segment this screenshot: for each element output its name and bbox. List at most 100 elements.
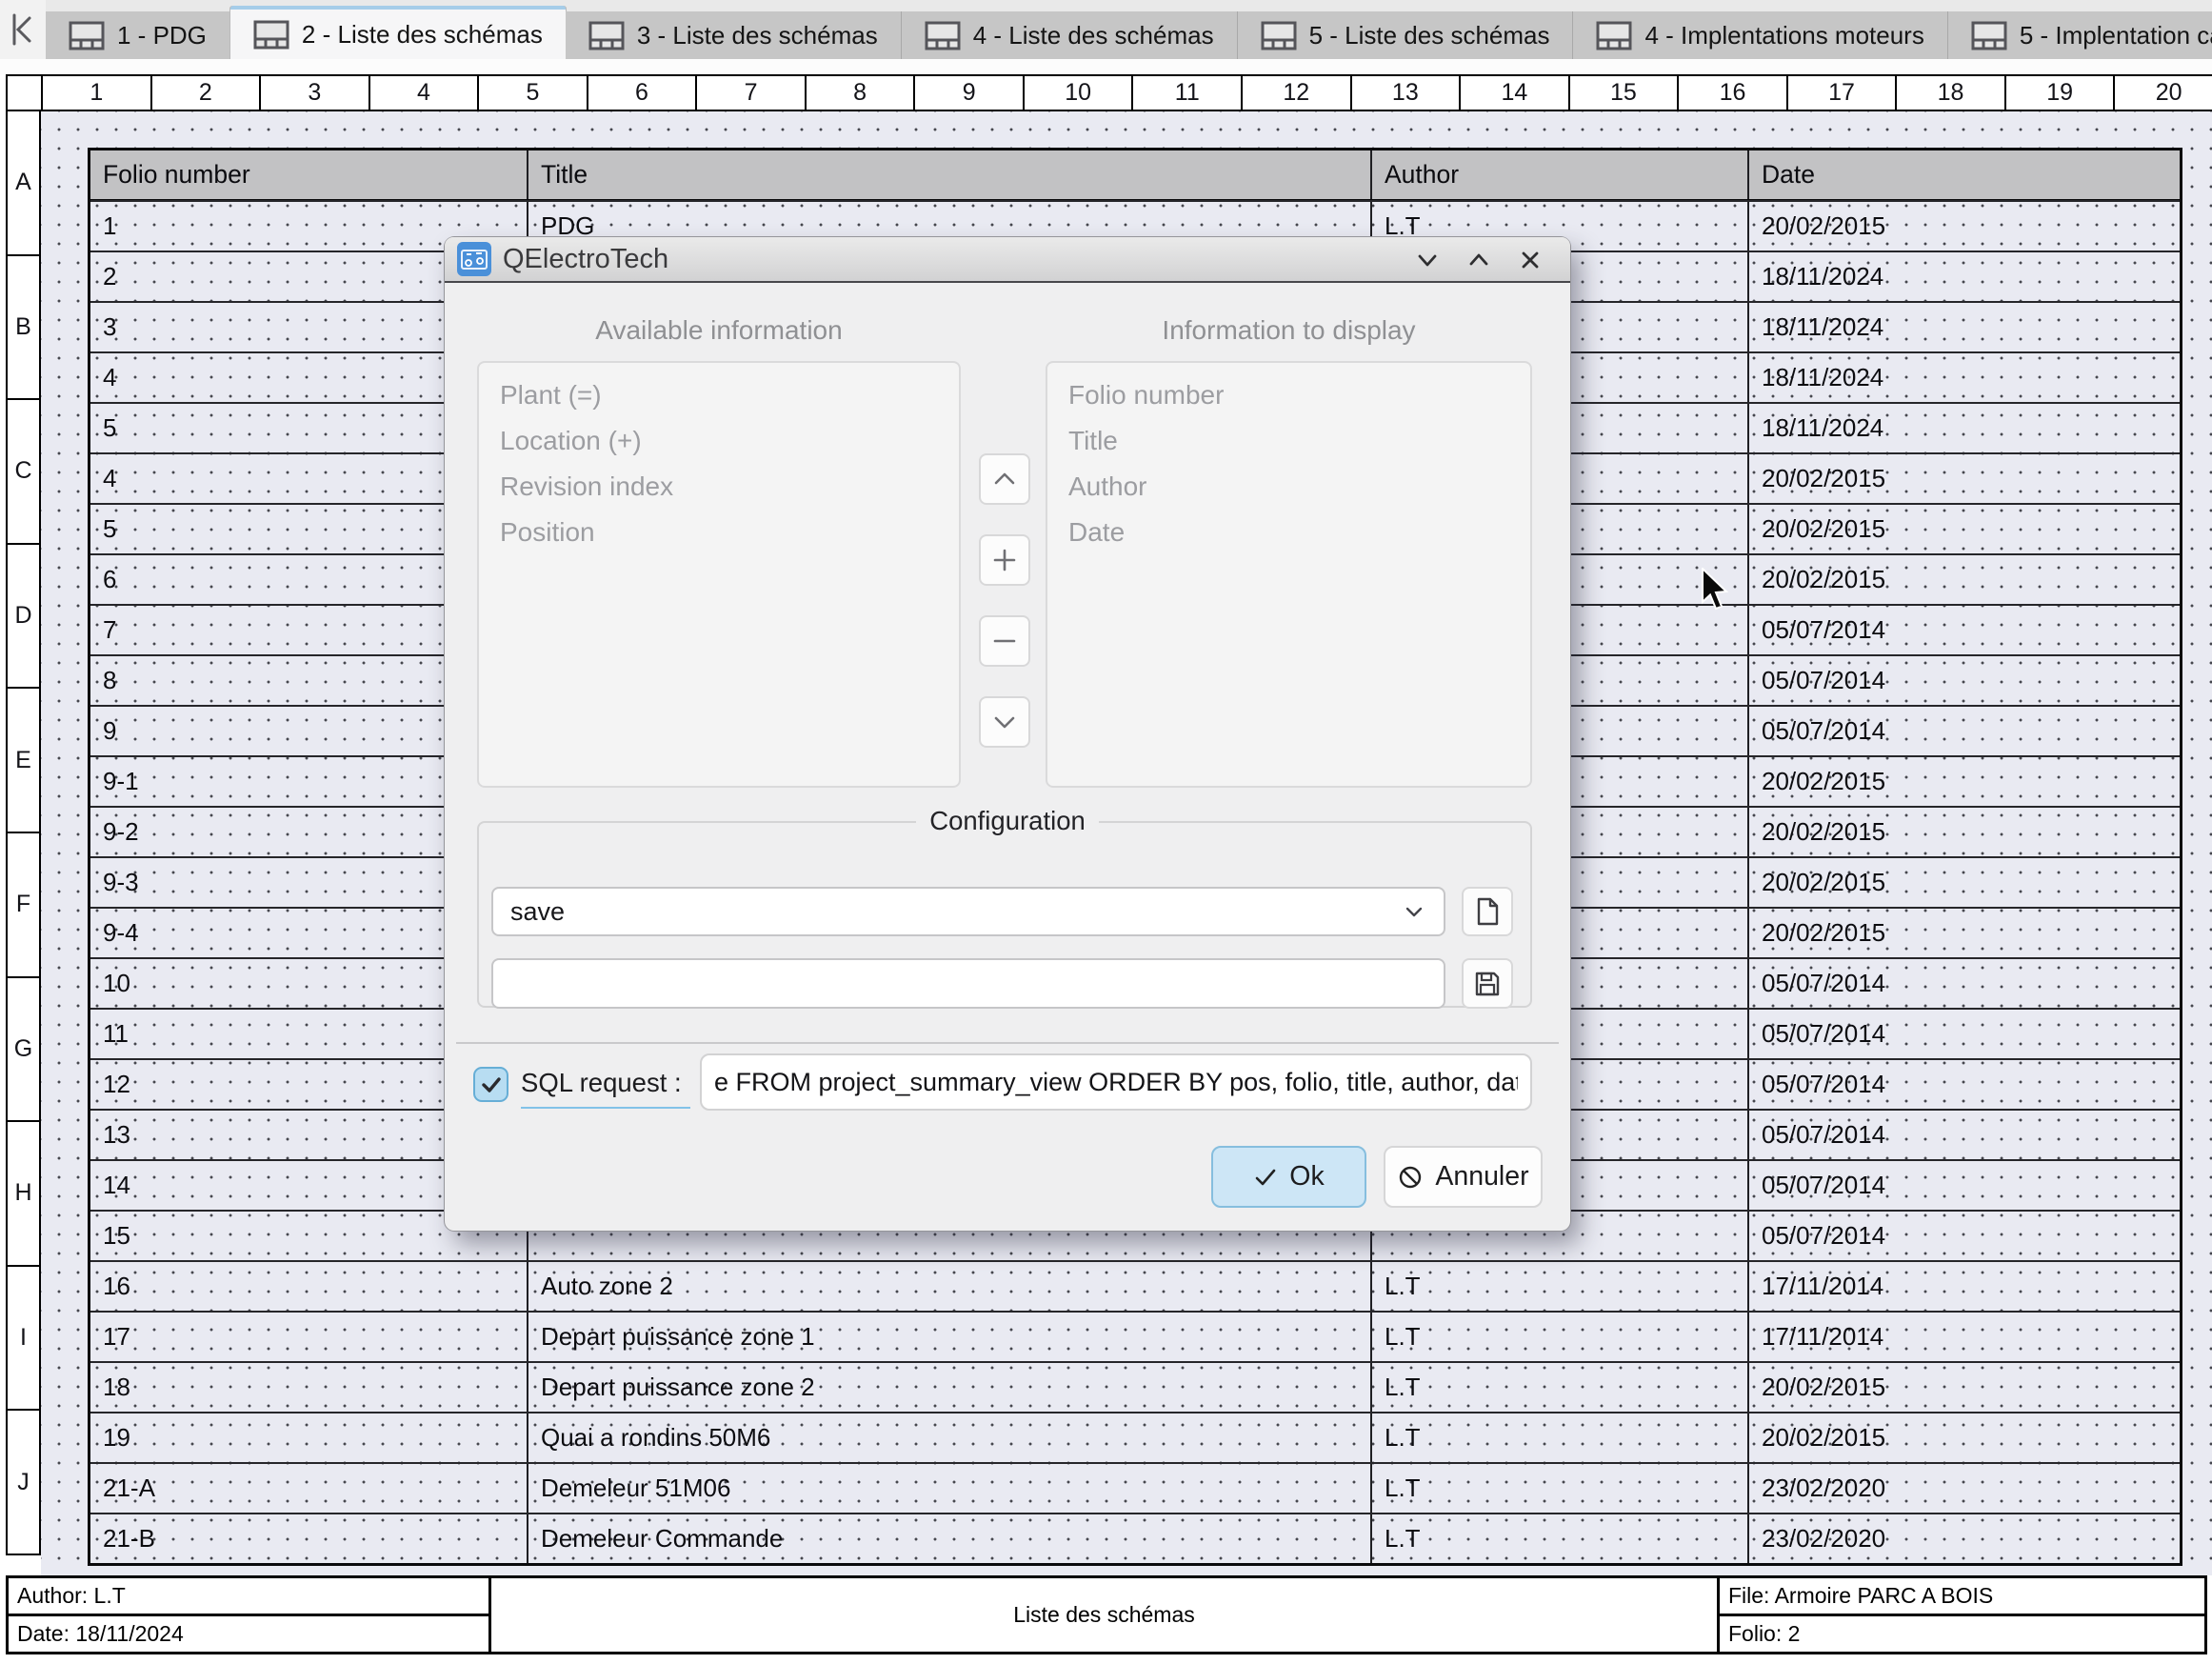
cell-author: L.T [1372,1313,1749,1361]
tab-label: 5 - Liste des schémas [1309,21,1550,50]
ruler-column-14: 14 [1461,76,1570,110]
tab-1-pdg[interactable]: 1 - PDG [46,11,230,59]
cancel-button[interactable]: Annuler [1384,1146,1543,1208]
configuration-name-input[interactable] [491,958,1445,1009]
ruler-column-18: 18 [1897,76,2006,110]
sql-request-input[interactable] [700,1053,1532,1111]
tab-label: 4 - Liste des schémas [973,21,1214,50]
dialog-titlebar[interactable]: QElectroTech [445,237,1570,283]
folio-tab-icon [1971,21,2007,50]
window-close-icon[interactable] [1517,247,1544,273]
scroll-first-tab-button[interactable] [0,0,46,59]
cell-date: 20/02/2015 [1749,757,2180,806]
title-block: Author: L.T Date: 18/11/2024 Liste des s… [6,1575,2207,1654]
table-row[interactable]: 18Depart puissance zone 2L.T20/02/2015 [90,1361,2180,1412]
cell-date: 20/02/2015 [1749,858,2180,907]
cancel-button-label: Annuler [1435,1161,1528,1193]
folio-tab-icon [1261,21,1297,50]
tab-2-liste-des-sch-mas[interactable]: 2 - Liste des schémas [230,6,566,59]
cell-date: 05/07/2014 [1749,1060,2180,1109]
titleblock-title: Liste des schémas [491,1578,1717,1652]
tab-4-implentations-moteurs[interactable]: 4 - Implentations moteurs [1573,11,1947,59]
titleblock-file-cell: File: Armoire PARC A BOIS Folio: 2 [1717,1578,2204,1652]
column-header: Author [1372,150,1749,199]
window-maximize-icon[interactable] [1465,247,1492,273]
ruler-column-12: 12 [1243,76,1352,110]
titleblock-author-cell: Author: L.T Date: 18/11/2024 [9,1578,491,1652]
table-row[interactable]: 21-BDemeleur CommandeL.T23/02/2020 [90,1513,2180,1563]
cell-date: 05/07/2014 [1749,1161,2180,1210]
ok-button[interactable]: Ok [1211,1146,1366,1208]
ruler-column-17: 17 [1788,76,1898,110]
move-down-button[interactable] [979,696,1030,748]
ruler-column-6: 6 [588,76,698,110]
tab-5-implentation-cap[interactable]: 5 - Implentation cap [1948,11,2212,59]
tab-5-liste-des-sch-mas[interactable]: 5 - Liste des schémas [1238,11,1574,59]
table-row[interactable]: 21-ADemeleur 51M06L.T23/02/2020 [90,1462,2180,1513]
cell-folio: 21-A [90,1464,528,1513]
available-item[interactable]: Revision index [479,464,959,510]
save-configuration-button[interactable] [1462,958,1513,1009]
ruler-column-3: 3 [261,76,370,110]
configuration-combobox[interactable]: save [491,887,1445,936]
display-item[interactable]: Folio number [1047,372,1530,418]
folio-tab-icon [588,21,625,50]
table-row[interactable]: 19Quai a rondins 50M6L.T20/02/2015 [90,1412,2180,1462]
cell-date: 20/02/2015 [1749,1413,2180,1462]
table-header-row: Folio numberTitleAuthorDate [90,150,2180,200]
ok-button-label: Ok [1289,1161,1324,1193]
folio-tab-icon [1596,21,1632,50]
ruler-corner [8,76,43,110]
ruler-row-B: B [8,256,39,401]
available-information-label: Available information [477,315,961,346]
ruler-column-7: 7 [697,76,807,110]
tabbar-underline [0,59,2212,74]
ruler-row-F: F [8,833,39,978]
cell-date: 18/11/2024 [1749,353,2180,402]
cell-folio: 16 [90,1262,528,1311]
cancel-slash-icon [1397,1164,1424,1191]
cell-date: 23/02/2020 [1749,1514,2180,1563]
ruler-row-C: C [8,400,39,545]
chevron-up-icon [990,465,1019,493]
cell-date: 20/02/2015 [1749,1363,2180,1412]
new-configuration-button[interactable] [1462,887,1513,936]
tab-label: 5 - Implentation cap [2020,21,2212,50]
available-item[interactable]: Plant (=) [479,372,959,418]
ruler-row-I: I [8,1267,39,1412]
available-item[interactable]: Position [479,510,959,555]
display-item[interactable]: Title [1047,418,1530,464]
available-item[interactable]: Location (+) [479,418,959,464]
table-row[interactable]: 16Auto zone 2L.T17/11/2014 [90,1260,2180,1311]
table-row[interactable]: 17Depart puissance zone 1L.T17/11/2014 [90,1311,2180,1361]
available-information-list[interactable]: Plant (=)Location (+)Revision indexPosit… [477,361,961,788]
tab-3-liste-des-sch-mas[interactable]: 3 - Liste des schémas [566,11,902,59]
cell-author: L.T [1372,1413,1749,1462]
ruler-column-11: 11 [1133,76,1243,110]
ruler-column-13: 13 [1352,76,1462,110]
add-item-button[interactable] [979,534,1030,586]
cell-date: 05/07/2014 [1749,1111,2180,1159]
tab-label: 4 - Implentations moteurs [1644,21,1923,50]
move-up-button[interactable] [979,453,1030,505]
remove-item-button[interactable] [979,615,1030,667]
configuration-label: Configuration [445,806,1570,836]
ruler-row-J: J [8,1411,39,1555]
ruler-column-10: 10 [1025,76,1134,110]
dialog-title: QElectroTech [503,244,668,275]
window-shade-icon[interactable] [1414,247,1441,273]
information-to-display-list[interactable]: Folio numberTitleAuthorDate [1046,361,1532,788]
cell-date: 05/07/2014 [1749,656,2180,705]
tab-4-liste-des-sch-mas[interactable]: 4 - Liste des schémas [902,11,1238,59]
row-ruler: ABCDEFGHIJ [6,111,41,1555]
cell-author: L.T [1372,1514,1749,1563]
sql-request-checkbox[interactable] [473,1067,508,1102]
cell-date: 18/11/2024 [1749,252,2180,301]
folio-tab-icon [69,21,105,50]
cell-folio: 18 [90,1363,528,1412]
display-item[interactable]: Date [1047,510,1530,555]
qelectrotech-app-icon [457,242,491,276]
ruler-column-16: 16 [1679,76,1788,110]
cell-author: L.T [1372,1464,1749,1513]
display-item[interactable]: Author [1047,464,1530,510]
